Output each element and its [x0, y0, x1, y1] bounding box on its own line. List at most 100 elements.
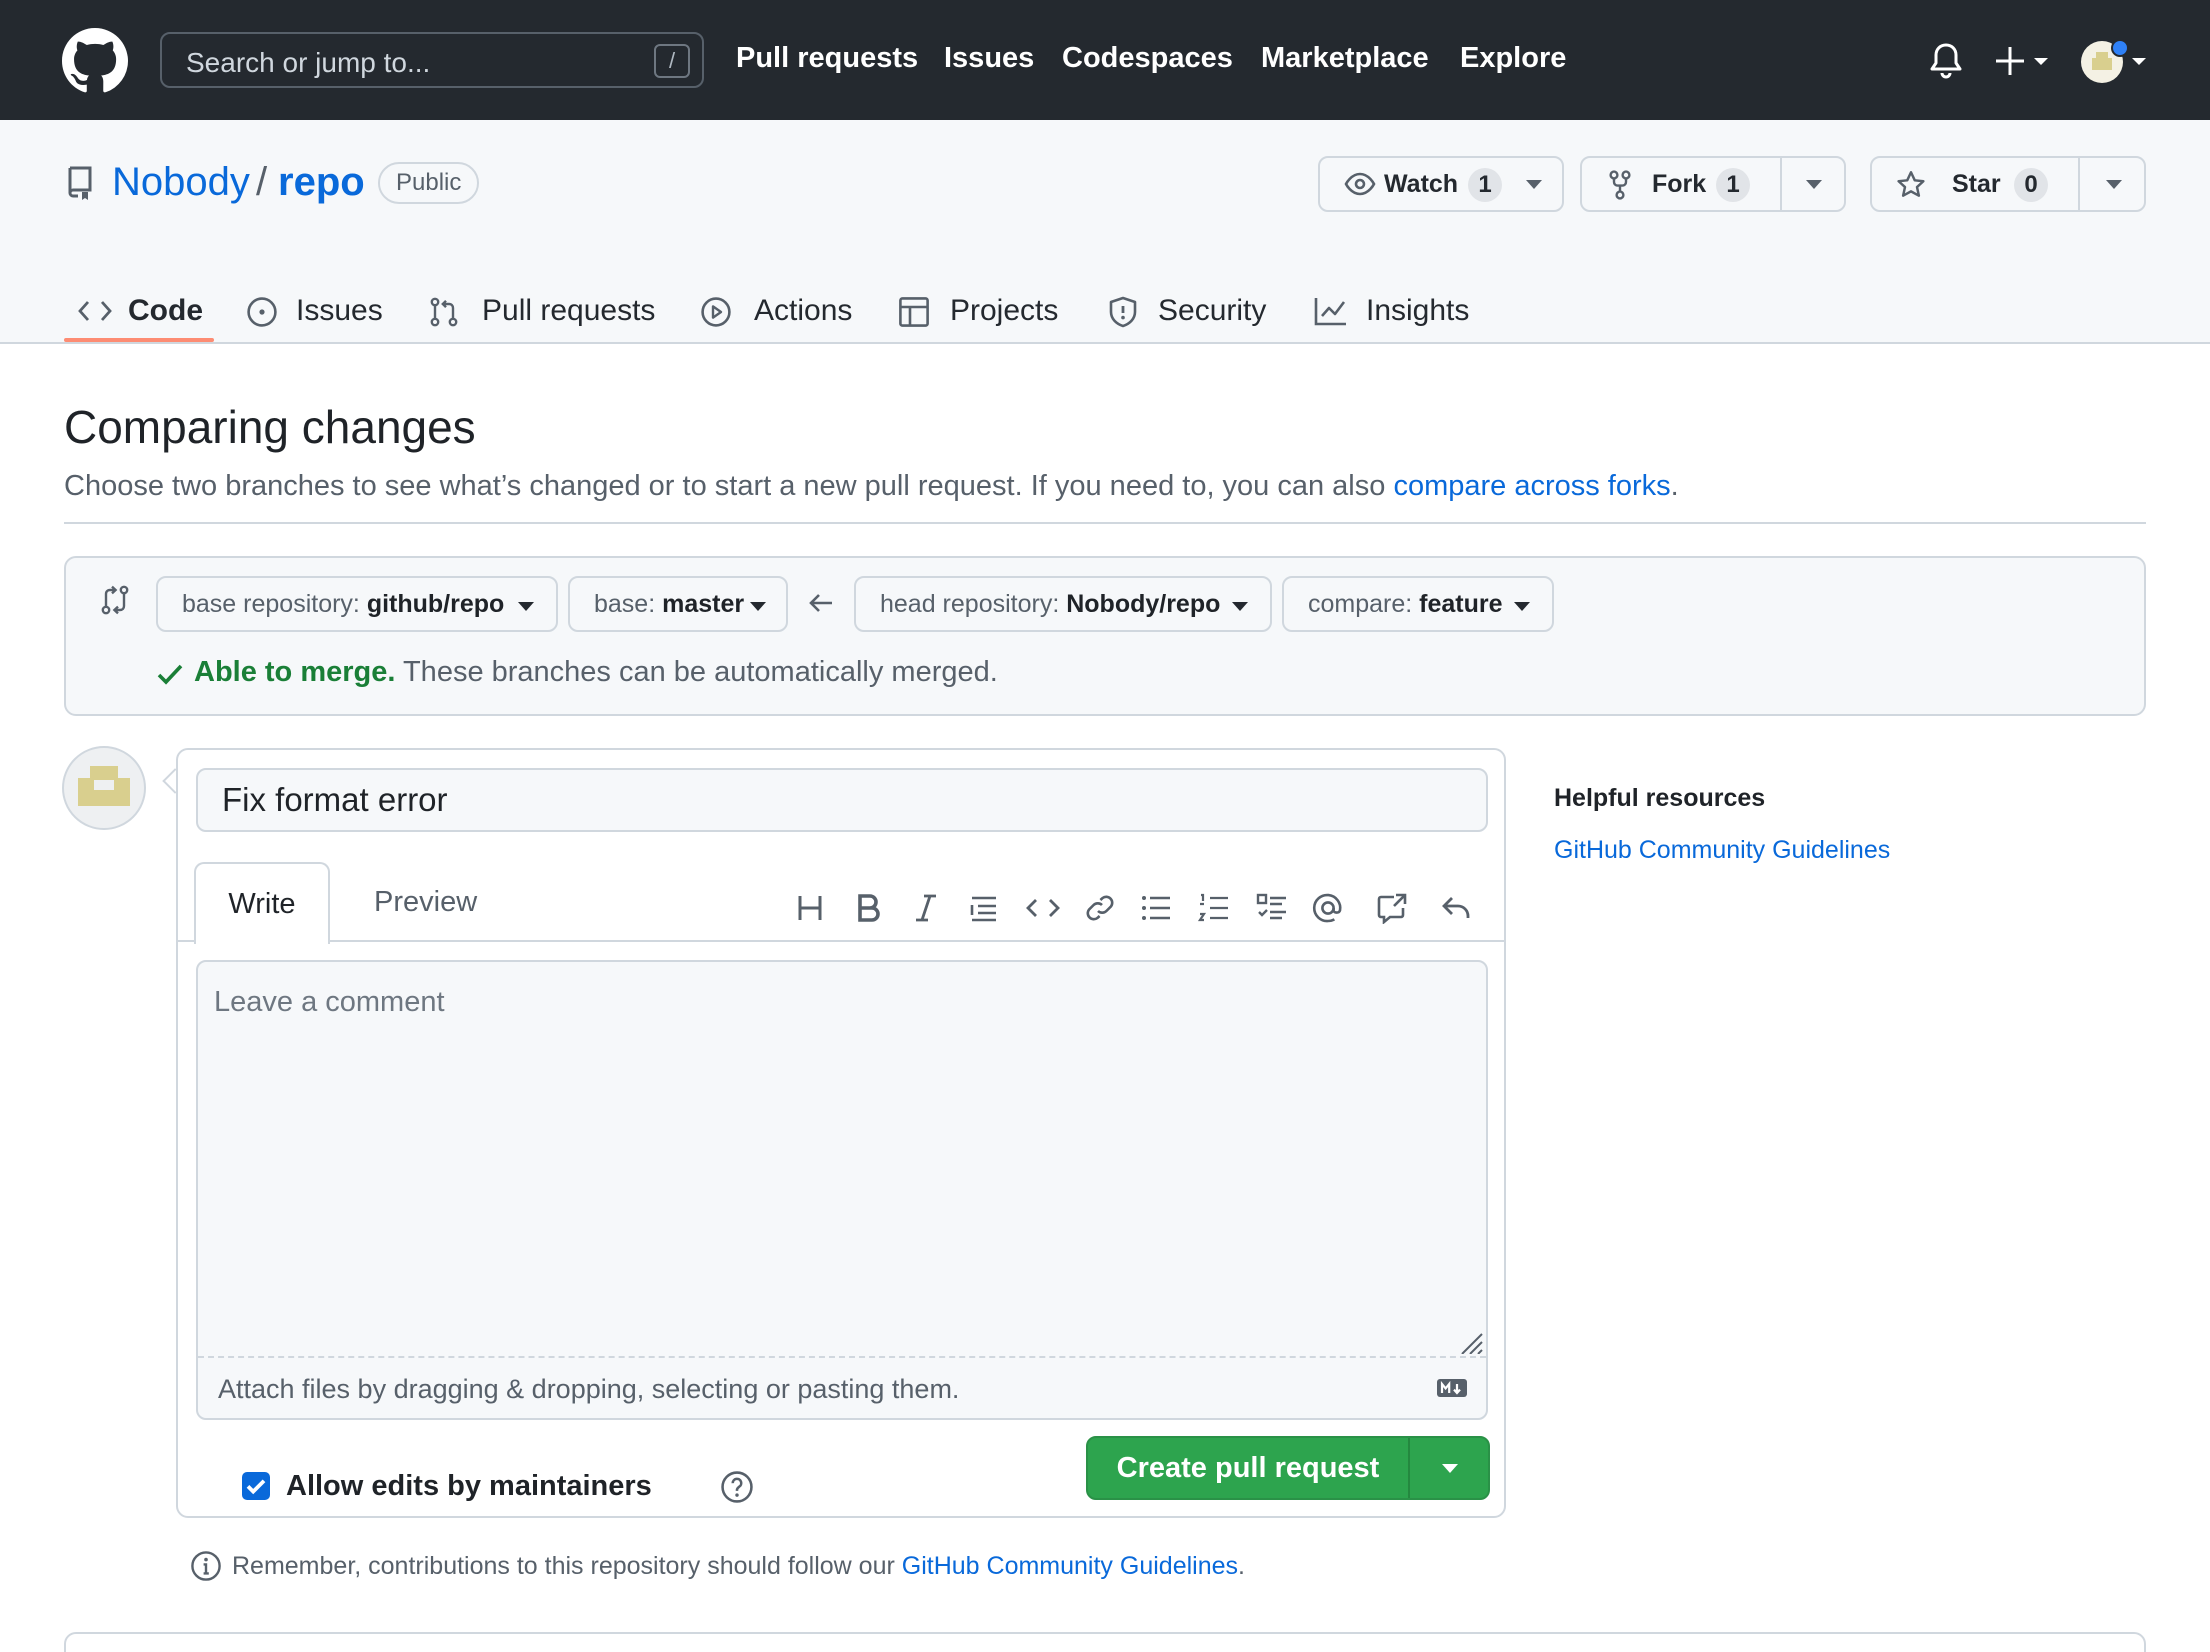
nav-codespaces[interactable]: Codespaces	[1062, 42, 1233, 75]
star-label: Star	[1952, 170, 2001, 198]
eye-icon	[1344, 172, 1376, 198]
reminder-text-start: Remember, contributions to this reposito…	[232, 1552, 902, 1580]
cross-reference-icon[interactable]	[1376, 892, 1412, 928]
reply-icon[interactable]	[1440, 892, 1476, 928]
star-count: 0	[2014, 168, 2048, 202]
base-repository-value: github/repo	[366, 590, 505, 618]
create-new-plus-icon[interactable]	[1996, 44, 2056, 78]
star-button-group: Star 0	[1870, 156, 2146, 212]
repo-header: Nobody / repo Public Watch 1 Fork 1 Star…	[0, 120, 2210, 344]
base-repository-select[interactable]: base repository: github/repo	[156, 576, 558, 632]
compare-branch-value: feature	[1419, 590, 1503, 618]
chevron-down-icon	[1514, 602, 1530, 611]
nav-explore[interactable]: Explore	[1460, 42, 1566, 75]
tab-security[interactable]: Security	[1108, 276, 1268, 344]
link-icon[interactable]	[1084, 892, 1120, 928]
compare-across-forks-link[interactable]: compare across forks	[1393, 470, 1670, 502]
chevron-down-icon[interactable]	[1442, 1464, 1458, 1473]
watch-button[interactable]: Watch 1	[1318, 156, 1564, 212]
watch-label: Watch	[1384, 170, 1459, 198]
divider	[64, 522, 2146, 524]
git-pull-request-icon	[428, 296, 460, 328]
merge-status-ok: Able to merge.	[194, 656, 396, 688]
quote-icon[interactable]	[968, 892, 1004, 928]
comment-placeholder: Leave a comment	[214, 986, 445, 1018]
user-avatar-menu[interactable]	[2080, 38, 2148, 86]
fork-label: Fork	[1652, 170, 1707, 198]
fork-button-group: Fork 1	[1580, 156, 1846, 212]
compare-branch-select[interactable]: compare: feature	[1282, 576, 1554, 632]
star-icon	[1896, 170, 1926, 200]
star-button[interactable]: Star 0	[1872, 158, 2078, 210]
tab-preview[interactable]: Preview	[374, 886, 477, 919]
info-icon	[190, 1550, 222, 1582]
tab-pull-requests[interactable]: Pull requests	[428, 276, 668, 344]
search-placeholder: Search or jump to...	[186, 47, 431, 78]
github-logo-icon[interactable]	[62, 28, 128, 94]
editor-tab-bar: Write Preview	[178, 862, 1504, 944]
nav-pull-requests[interactable]: Pull requests	[736, 42, 918, 75]
range-editor: base repository: github/repo base: maste…	[64, 556, 2146, 716]
mention-icon[interactable]	[1312, 892, 1348, 928]
resize-handle-icon[interactable]	[1458, 1330, 1484, 1354]
global-header: Search or jump to... / Pull requests Iss…	[0, 0, 2210, 120]
bell-icon[interactable]	[1928, 42, 1964, 80]
heading-icon[interactable]	[794, 892, 830, 928]
repo-name-link[interactable]: repo	[278, 160, 365, 205]
attach-files-text: Attach files by dragging & dropping, sel…	[218, 1374, 960, 1404]
italic-icon[interactable]	[910, 892, 946, 928]
unordered-list-icon[interactable]	[1140, 892, 1176, 928]
allow-edits-checkbox[interactable]	[242, 1472, 270, 1500]
commits-summary-box	[64, 1632, 2146, 1652]
repo-owner-link[interactable]: Nobody	[112, 160, 250, 205]
chevron-down-icon	[1526, 180, 1542, 189]
file-attachment-bar[interactable]: Attach files by dragging & dropping, sel…	[198, 1356, 1486, 1418]
tab-insights[interactable]: Insights	[1314, 276, 1474, 344]
chevron-down-icon	[1232, 602, 1248, 611]
code-icon[interactable]	[1026, 892, 1062, 928]
search-input[interactable]: Search or jump to... /	[160, 32, 704, 88]
nav-marketplace[interactable]: Marketplace	[1261, 42, 1429, 75]
tab-actions[interactable]: Actions	[700, 276, 860, 344]
comment-textarea[interactable]: Leave a comment Attach files by dragging…	[196, 960, 1488, 1420]
visibility-badge: Public	[378, 162, 480, 204]
tab-code[interactable]: Code	[78, 276, 218, 344]
page-subtitle: Choose two branches to see what’s change…	[64, 470, 1679, 503]
base-repository-label: base repository:	[182, 590, 367, 618]
chevron-down-icon	[750, 602, 766, 611]
subtitle-period: .	[1670, 470, 1679, 502]
avatar[interactable]	[62, 746, 146, 830]
merge-status-text: These branches can be automatically merg…	[395, 656, 998, 688]
graph-icon	[1314, 296, 1348, 326]
tab-insights-label: Insights	[1366, 294, 1470, 327]
tab-issues[interactable]: Issues	[246, 276, 386, 344]
repo-tab-nav: Code Issues Pull requests Actions Projec…	[0, 276, 2210, 344]
merge-status: Able to merge. These branches can be aut…	[194, 656, 998, 689]
create-pull-request-button[interactable]: Create pull request	[1088, 1438, 1408, 1498]
play-icon	[700, 296, 732, 328]
nav-issues[interactable]: Issues	[944, 42, 1034, 75]
question-icon[interactable]	[720, 1470, 754, 1504]
fork-dropdown-button[interactable]	[1782, 158, 1846, 210]
head-repository-select[interactable]: head repository: Nobody/repo	[854, 576, 1272, 632]
tab-issues-label: Issues	[296, 294, 383, 327]
pr-title-input[interactable]: Fix format error	[196, 768, 1488, 832]
new-pr-form: Fix format error Write Preview Leave a c…	[176, 748, 1506, 1518]
tab-write[interactable]: Write	[194, 862, 330, 944]
table-icon	[898, 296, 930, 328]
star-dropdown-button[interactable]	[2080, 158, 2146, 210]
sidebar-community-guidelines-link[interactable]: GitHub Community Guidelines	[1554, 836, 1890, 865]
bold-icon[interactable]	[852, 892, 888, 928]
page-title: Comparing changes	[64, 401, 476, 453]
markdown-icon[interactable]	[1436, 1378, 1468, 1398]
tab-projects[interactable]: Projects	[898, 276, 1068, 344]
create-pull-request-button-group: Create pull request	[1086, 1436, 1490, 1500]
watch-count: 1	[1468, 168, 1502, 202]
ordered-list-icon[interactable]	[1198, 892, 1234, 928]
fork-button[interactable]: Fork 1	[1582, 158, 1778, 210]
base-branch-select[interactable]: base: master	[568, 576, 788, 632]
base-branch-label: base:	[594, 590, 663, 618]
task-list-icon[interactable]	[1256, 892, 1292, 928]
community-guidelines-link[interactable]: GitHub Community Guidelines	[902, 1552, 1238, 1580]
head-repository-label: head repository:	[880, 590, 1067, 618]
